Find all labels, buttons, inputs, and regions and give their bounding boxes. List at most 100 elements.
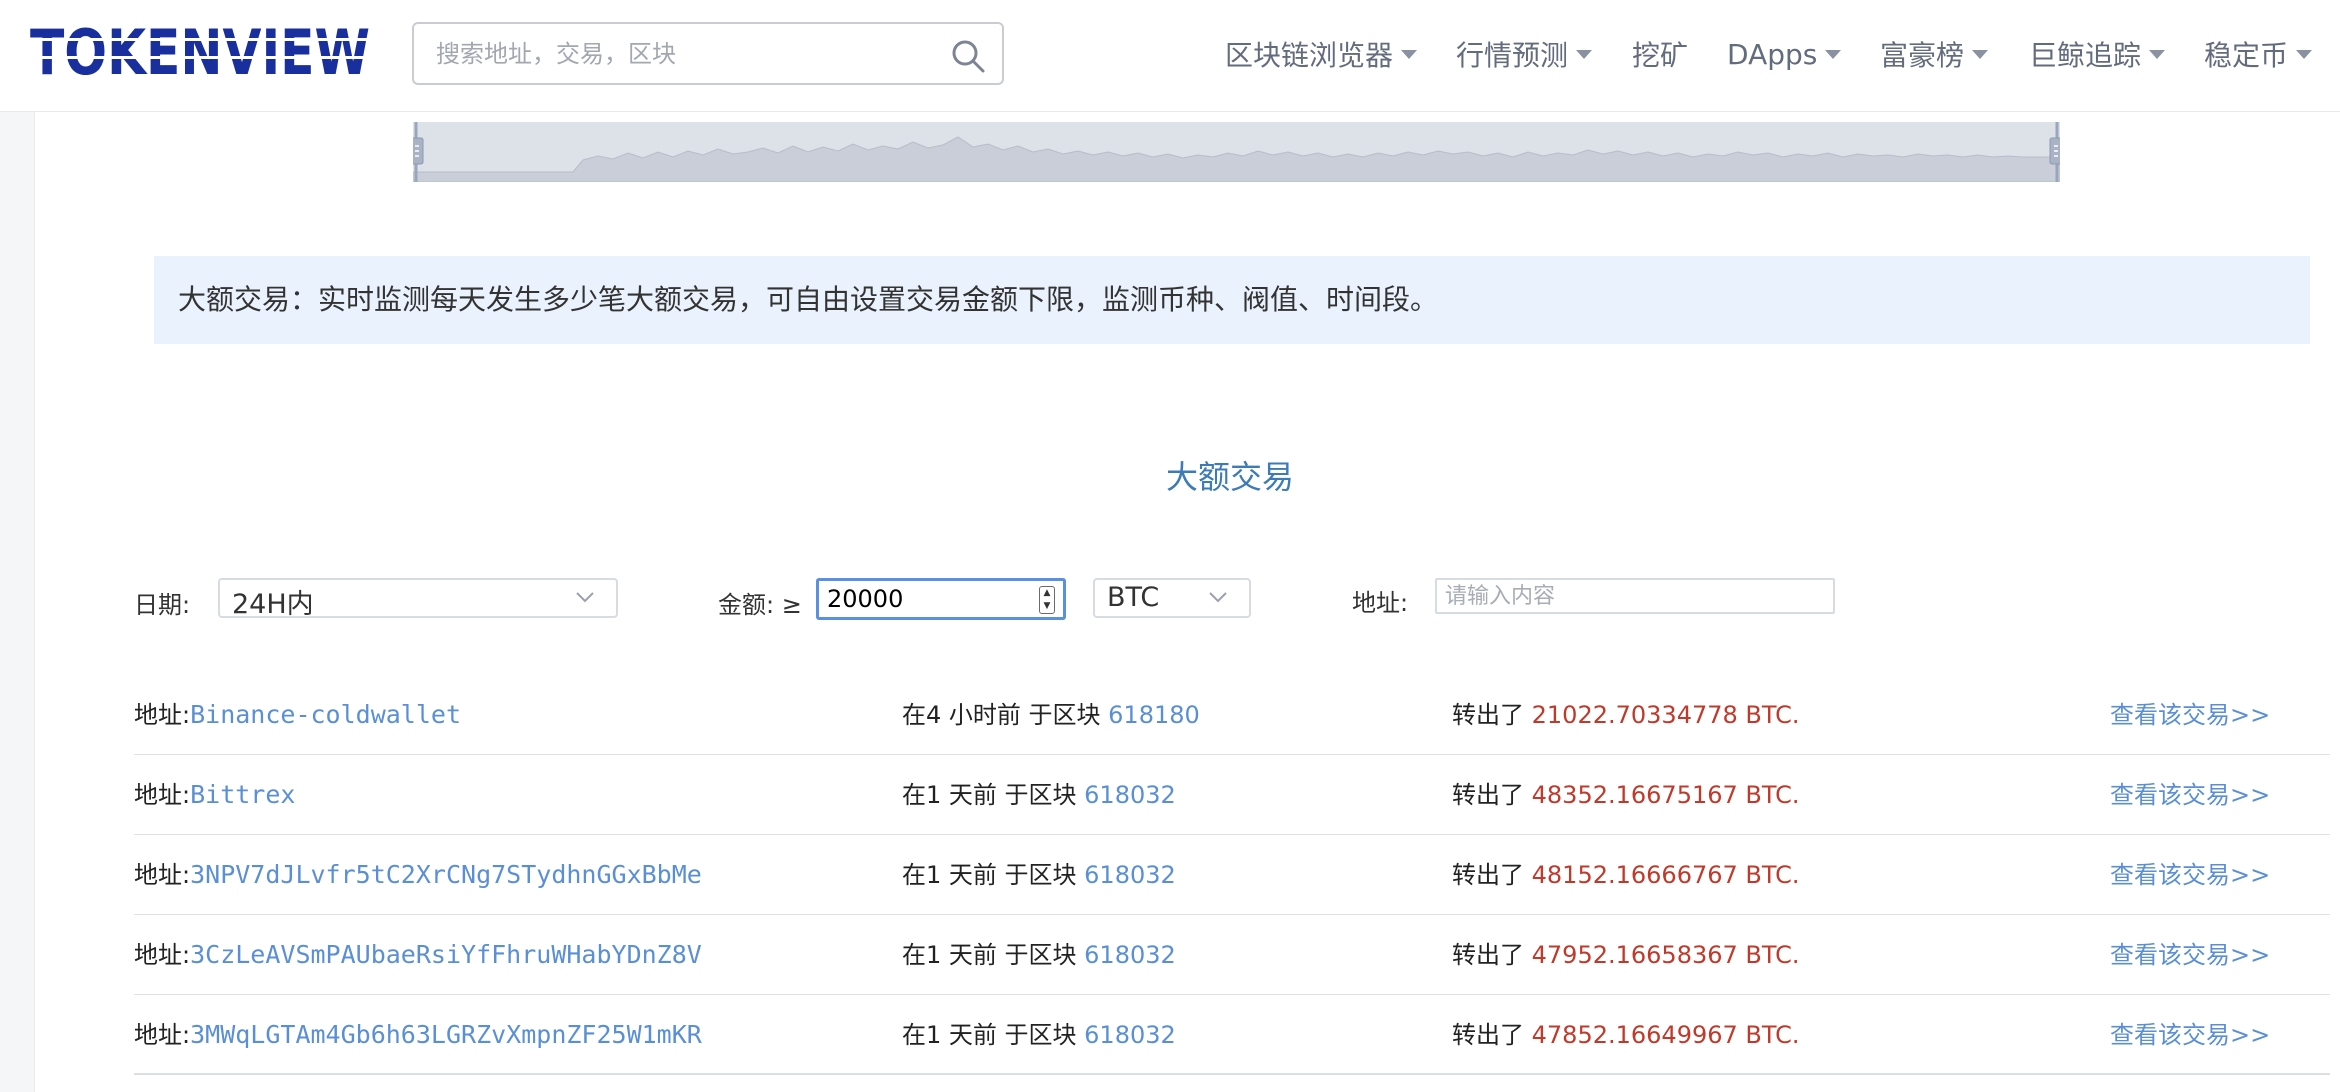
amount-value: 48352.16675167 BTC. <box>1531 781 1800 809</box>
currency-select-value: BTC <box>1107 582 1160 613</box>
address-prefix: 地址: <box>134 861 191 889</box>
stepper-up-icon[interactable]: ▲ <box>1044 589 1051 598</box>
search-box <box>412 22 1004 85</box>
time-cell: 在1 天前 于区块 618032 <box>902 835 1176 915</box>
address-input[interactable] <box>1443 582 1823 610</box>
search-icon[interactable] <box>950 38 986 74</box>
nav-label: 巨鲸追踪 <box>2029 39 2142 72</box>
amount-cell: 转出了 47852.16649967 BTC. <box>1452 995 1800 1075</box>
chevron-down-icon <box>1401 49 1418 59</box>
time-text: 在4 小时前 于区块 <box>902 701 1109 729</box>
amount-box: ▲ ▼ <box>816 578 1066 620</box>
time-text: 在1 天前 于区块 <box>902 781 1085 809</box>
transaction-list: 地址:Binance-coldwallet 在4 小时前 于区块 618180 … <box>134 675 2330 1075</box>
range-right-handle[interactable] <box>2049 137 2060 165</box>
time-text: 在1 天前 于区块 <box>902 1021 1085 1049</box>
view-transaction-link[interactable]: 查看该交易>> <box>2110 835 2270 915</box>
time-cell: 在1 天前 于区块 618032 <box>902 995 1176 1075</box>
block-link[interactable]: 618032 <box>1084 861 1176 889</box>
address-prefix: 地址: <box>134 941 191 969</box>
chevron-down-icon <box>1576 49 1593 59</box>
address-prefix: 地址: <box>134 1021 191 1049</box>
chevron-down-icon <box>576 592 594 603</box>
amount-cell: 转出了 48152.16666767 BTC. <box>1452 835 1800 915</box>
amount-prefix: 转出了 <box>1452 941 1532 969</box>
address-cell: 地址:Bittrex <box>134 755 295 835</box>
view-transaction-link[interactable]: 查看该交易>> <box>2110 675 2270 755</box>
chevron-down-icon <box>2296 49 2313 59</box>
chevron-down-icon <box>1825 49 1842 59</box>
address-field <box>1435 578 1835 614</box>
nav-label: 挖矿 <box>1632 39 1689 72</box>
address-link[interactable]: Bittrex <box>190 780 295 809</box>
amount-value: 47852.16649967 BTC. <box>1531 1021 1800 1049</box>
nav-mining[interactable]: 挖矿 <box>1632 34 1688 74</box>
view-transaction-link[interactable]: 查看该交易>> <box>2110 755 2270 835</box>
amount-label: 金额: ≥ <box>718 591 802 619</box>
date-select[interactable]: 24H内 <box>218 578 618 620</box>
address-link[interactable]: 3NPV7dJLvfr5tC2XrCNg7STydhnGGxBbMe <box>190 860 702 889</box>
amount-cell: 转出了 21022.70334778 BTC. <box>1452 675 1800 755</box>
address-prefix: 地址: <box>134 781 191 809</box>
address-cell: 地址:Binance-coldwallet <box>134 675 461 755</box>
amount-value: 48152.16666767 BTC. <box>1531 861 1800 889</box>
info-banner: 大额交易：实时监测每天发生多少笔大额交易，可自由设置交易金额下限，监测币种、阀值… <box>154 256 2310 344</box>
address-link[interactable]: Binance-coldwallet <box>190 700 461 729</box>
address-link[interactable]: 3CzLeAVSmPAUbaeRsiYfFhruWHabYDnZ8V <box>190 940 702 969</box>
block-link[interactable]: 618032 <box>1084 1021 1176 1049</box>
amount-value: 47952.16658367 BTC. <box>1531 941 1800 969</box>
nav-dapps[interactable]: DApps <box>1727 34 1842 74</box>
nav-label: 行情预测 <box>1456 39 1569 72</box>
amount-prefix: 转出了 <box>1452 1021 1532 1049</box>
nav-stablecoin[interactable]: 稳定币 <box>2204 34 2313 74</box>
left-gutter <box>0 112 35 1092</box>
nav-label: DApps <box>1727 37 1818 71</box>
table-row: 地址:Bittrex 在1 天前 于区块 618032 转出了 48352.16… <box>134 755 2330 835</box>
address-cell: 地址:3MWqLGTAm4Gb6h63LGRZvXmpnZF25W1mKR <box>134 995 702 1075</box>
banner-text: 大额交易：实时监测每天发生多少笔大额交易，可自由设置交易金额下限，监测币种、阀值… <box>178 283 1439 316</box>
chevron-down-icon <box>2149 49 2166 59</box>
search-input[interactable] <box>434 32 934 76</box>
table-row: 地址:3NPV7dJLvfr5tC2XrCNg7STydhnGGxBbMe 在1… <box>134 835 2330 915</box>
nav-whale-tracking[interactable]: 巨鲸追踪 <box>2029 34 2166 74</box>
view-transaction-link[interactable]: 查看该交易>> <box>2110 915 2270 995</box>
amount-cell: 转出了 48352.16675167 BTC. <box>1452 755 1800 835</box>
top-header: TOKENVIEW 区块链浏览器 行情预测 挖矿 DApps 富豪榜 巨鲸追踪 … <box>0 0 2340 112</box>
time-text: 在1 天前 于区块 <box>902 941 1085 969</box>
chevron-down-icon <box>1972 49 1989 59</box>
section-title: 大额交易 <box>1165 458 1294 496</box>
nav-market-forecast[interactable]: 行情预测 <box>1456 34 1593 74</box>
address-label: 地址: <box>1352 589 1409 617</box>
range-left-handle[interactable] <box>413 137 424 165</box>
time-cell: 在4 小时前 于区块 618180 <box>902 675 1200 755</box>
time-range-slider[interactable] <box>413 122 2060 182</box>
table-row: 地址:3CzLeAVSmPAUbaeRsiYfFhruWHabYDnZ8V 在1… <box>134 915 2330 995</box>
logo-stripe <box>30 38 372 41</box>
nav-rich-list[interactable]: 富豪榜 <box>1880 34 1989 74</box>
logo-text: TOKENVIEW <box>30 16 370 86</box>
chevron-down-icon <box>1209 592 1227 603</box>
address-link[interactable]: 3MWqLGTAm4Gb6h63LGRZvXmpnZF25W1mKR <box>190 1020 702 1049</box>
nav-blockchain-explorer[interactable]: 区块链浏览器 <box>1225 34 1418 74</box>
nav-label: 稳定币 <box>2204 39 2289 72</box>
table-row: 地址:Binance-coldwallet 在4 小时前 于区块 618180 … <box>134 675 2330 755</box>
date-label: 日期: <box>134 591 191 619</box>
block-link[interactable]: 618180 <box>1108 701 1200 729</box>
table-row: 地址:3MWqLGTAm4Gb6h63LGRZvXmpnZF25W1mKR 在1… <box>134 995 2330 1075</box>
nav-label: 富豪榜 <box>1880 39 1965 72</box>
block-link[interactable]: 618032 <box>1084 781 1176 809</box>
amount-value: 21022.70334778 BTC. <box>1531 701 1800 729</box>
amount-stepper[interactable]: ▲ ▼ <box>1039 586 1055 614</box>
amount-input[interactable] <box>825 583 1025 615</box>
amount-cell: 转出了 47952.16658367 BTC. <box>1452 915 1800 995</box>
tokenview-logo[interactable]: TOKENVIEW <box>30 16 372 86</box>
address-prefix: 地址: <box>134 701 191 729</box>
currency-select[interactable]: BTC <box>1093 578 1251 618</box>
block-link[interactable]: 618032 <box>1084 941 1176 969</box>
date-select-value: 24H内 <box>232 589 314 620</box>
amount-prefix: 转出了 <box>1452 861 1532 889</box>
time-cell: 在1 天前 于区块 618032 <box>902 755 1176 835</box>
view-transaction-link[interactable]: 查看该交易>> <box>2110 995 2270 1075</box>
stepper-down-icon[interactable]: ▼ <box>1044 602 1051 611</box>
address-cell: 地址:3NPV7dJLvfr5tC2XrCNg7STydhnGGxBbMe <box>134 835 702 915</box>
